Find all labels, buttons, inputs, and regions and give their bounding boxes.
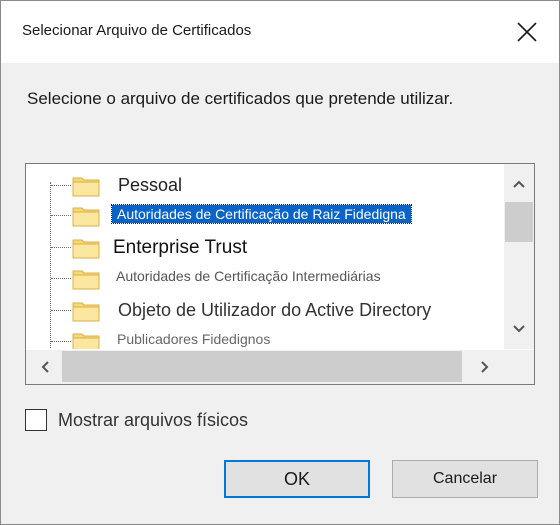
- chevron-up-icon: [513, 180, 525, 188]
- tree-item-enterprise-trust[interactable]: Enterprise Trust: [26, 233, 504, 261]
- tree-item-label: Publicadores Fidedignos: [117, 331, 271, 347]
- folder-icon: [72, 239, 100, 259]
- horizontal-scroll-thumb[interactable]: [62, 351, 462, 382]
- tree-item-active-directory[interactable]: Objeto de Utilizador do Active Directory: [26, 296, 504, 324]
- scroll-up-button[interactable]: [504, 169, 534, 199]
- tree-connector: [51, 247, 71, 248]
- chevron-down-icon: [513, 325, 525, 333]
- close-button[interactable]: [507, 13, 547, 51]
- vertical-scroll-thumb[interactable]: [505, 202, 533, 242]
- tree-item-label: Autoridades de Certificação de Raiz Fide…: [111, 204, 412, 224]
- tree-item-trusted-root[interactable]: Autoridades de Certificação de Raiz Fide…: [26, 201, 504, 229]
- scroll-down-button[interactable]: [504, 314, 534, 344]
- tree-item-label: Enterprise Trust: [113, 237, 248, 258]
- scroll-right-button[interactable]: [470, 352, 500, 382]
- tree-connector: [51, 341, 71, 342]
- horizontal-scrollbar[interactable]: [26, 350, 504, 384]
- certificate-store-tree[interactable]: Pessoal Autoridades de Certificação de R…: [25, 163, 535, 385]
- scrollbar-corner: [504, 350, 534, 384]
- tree-connector: [51, 185, 71, 186]
- folder-icon: [72, 207, 100, 227]
- folder-icon: [72, 302, 100, 322]
- tree-item-label: Pessoal: [118, 175, 183, 195]
- folder-icon: [72, 333, 100, 349]
- show-physical-stores-option[interactable]: Mostrar arquivos físicos: [25, 407, 248, 433]
- scroll-left-button[interactable]: [30, 352, 60, 382]
- show-physical-stores-label: Mostrar arquivos físicos: [58, 409, 249, 430]
- tree-connector: [51, 310, 71, 311]
- folder-icon: [72, 177, 100, 197]
- ok-button[interactable]: OK: [224, 460, 370, 498]
- dialog-title: Selecionar Arquivo de Certificados: [22, 22, 252, 39]
- tree-item-personal[interactable]: Pessoal: [26, 171, 504, 199]
- chevron-right-icon: [481, 361, 489, 373]
- tree-viewport: Pessoal Autoridades de Certificação de R…: [26, 164, 504, 349]
- cancel-button[interactable]: Cancelar: [392, 460, 538, 498]
- tree-item-trusted-publishers[interactable]: Publicadores Fidedignos: [26, 327, 504, 349]
- tree-connector: [51, 278, 71, 279]
- tree-item-label: Objeto de Utilizador do Active Directory: [118, 300, 432, 320]
- tree-item-intermediate[interactable]: Autoridades de Certificação Intermediári…: [26, 264, 504, 292]
- instruction-text: Selecione o arquivo de certificados que …: [27, 89, 454, 108]
- title-bar: Selecionar Arquivo de Certificados: [1, 1, 559, 63]
- close-icon: [517, 22, 537, 42]
- certificate-store-dialog: Selecionar Arquivo de Certificados Selec…: [0, 0, 560, 525]
- chevron-left-icon: [41, 361, 49, 373]
- folder-icon: [72, 270, 100, 290]
- tree-item-label: Autoridades de Certificação Intermediári…: [116, 268, 381, 284]
- tree-connector: [51, 215, 71, 216]
- show-physical-stores-checkbox[interactable]: [25, 409, 47, 431]
- vertical-scrollbar[interactable]: [504, 164, 534, 349]
